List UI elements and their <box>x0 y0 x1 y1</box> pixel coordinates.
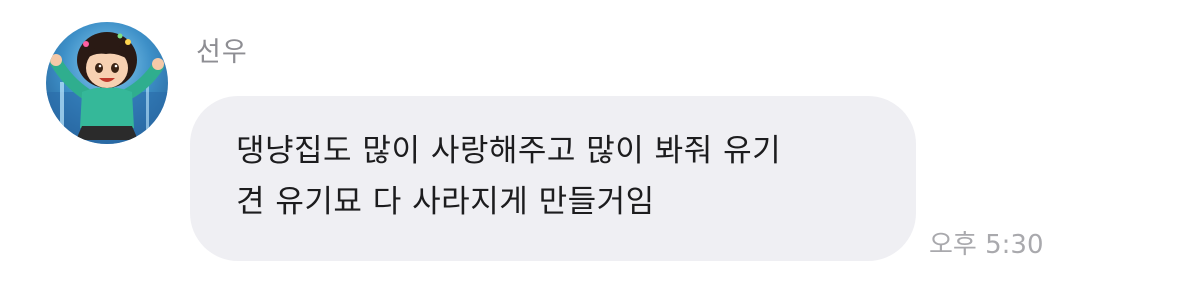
incoming-message-row: 선우 댕냥집도 많이 사랑해주고 많이 봐줘 유기 견 유기묘 다 사라지게 만… <box>0 0 1178 288</box>
sender-name: 선우 <box>196 37 248 68</box>
message-timestamp: 오후 5:30 <box>929 230 1044 260</box>
message-line: 댕냥집도 많이 사랑해주고 많이 봐줘 유기 <box>236 133 782 169</box>
message-text: 댕냥집도 많이 사랑해주고 많이 봐줘 유기 견 유기묘 다 사라지게 만들거임 <box>236 126 892 228</box>
sender-avatar[interactable] <box>46 22 168 144</box>
message-bubble[interactable]: 댕냥집도 많이 사랑해주고 많이 봐줘 유기 견 유기묘 다 사라지게 만들거임 <box>190 96 916 261</box>
message-line: 견 유기묘 다 사라지게 만들거임 <box>236 184 655 220</box>
cartoon-girl-avatar-icon <box>46 32 168 144</box>
